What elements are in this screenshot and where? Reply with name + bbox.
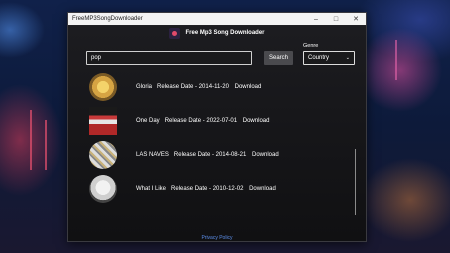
title-bar: FreeMP3SongDownloader – □ ✕ bbox=[68, 13, 366, 25]
music-app-logo-icon bbox=[169, 27, 181, 39]
song-title: One Day bbox=[136, 118, 160, 124]
song-title: What I Like bbox=[136, 186, 167, 192]
search-input[interactable] bbox=[86, 51, 252, 65]
genre-selected-value: Country bbox=[308, 55, 330, 61]
genre-select[interactable]: Country ⌄ bbox=[303, 51, 355, 65]
song-row[interactable]: Gloria Release Date - 2014-11-20 Downloa… bbox=[89, 71, 261, 103]
release-date: Release Date - 2014-08-21 bbox=[173, 152, 247, 158]
download-link[interactable]: Download bbox=[235, 84, 262, 90]
song-title: Gloria bbox=[136, 84, 153, 90]
song-row[interactable]: One Day Release Date - 2022-07-01 Downlo… bbox=[89, 105, 269, 137]
album-art-thumbnail bbox=[89, 141, 117, 169]
app-name: Free Mp3 Song Downloader bbox=[185, 30, 265, 36]
close-icon[interactable]: ✕ bbox=[346, 13, 366, 25]
release-date: Release Date - 2010-12-02 bbox=[171, 186, 244, 192]
list-scrollbar[interactable] bbox=[355, 149, 356, 215]
album-art-thumbnail bbox=[89, 107, 117, 135]
search-button[interactable]: Search bbox=[264, 51, 293, 65]
app-window: FreeMP3SongDownloader – □ ✕ Free Mp3 Son… bbox=[67, 12, 367, 242]
song-row[interactable]: LAS NAVES Release Date - 2014-08-21 Down… bbox=[89, 139, 279, 171]
song-title: LAS NAVES bbox=[136, 152, 169, 158]
release-date: Release Date - 2014-11-20 bbox=[157, 84, 229, 90]
app-header: Free Mp3 Song Downloader bbox=[68, 26, 366, 40]
privacy-policy-link[interactable]: Privacy Policy bbox=[68, 235, 366, 241]
download-link[interactable]: Download bbox=[249, 186, 276, 192]
download-link[interactable]: Download bbox=[243, 118, 270, 124]
chevron-down-icon: ⌄ bbox=[345, 55, 350, 61]
album-art-thumbnail bbox=[89, 73, 117, 101]
song-row[interactable]: What I Like Release Date - 2010-12-02 Do… bbox=[89, 173, 276, 205]
download-link[interactable]: Download bbox=[252, 152, 279, 158]
genre-label: Genre bbox=[303, 43, 319, 49]
minimize-icon[interactable]: – bbox=[306, 13, 326, 25]
window-title: FreeMP3SongDownloader bbox=[72, 16, 143, 22]
album-art-thumbnail bbox=[89, 175, 117, 203]
maximize-icon[interactable]: □ bbox=[326, 13, 346, 25]
release-date: Release Date - 2022-07-01 bbox=[164, 118, 238, 124]
